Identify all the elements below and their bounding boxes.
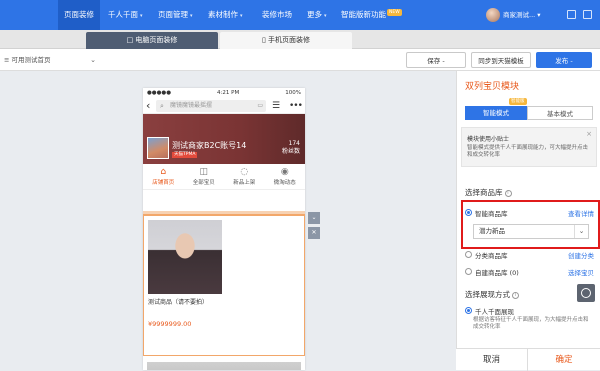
info-icon[interactable]: i xyxy=(512,291,519,299)
preview-canvas: ●●●●● 4:21 PM 100% ‹ ⌕ 魔镜魔镜最摇摆 ▭ ☰ ••• 测… xyxy=(0,71,456,370)
nav-page-decoration[interactable]: 页面装修 xyxy=(58,0,100,30)
shop-nav: ⌂ 店铺首页 ◫ 全部宝贝 ◌ 新品上架 ◉ 微淘动态 xyxy=(143,164,305,190)
tab-mobile-decoration[interactable]: ▯ 手机页面装修 xyxy=(220,32,352,49)
option-custom-library: 自建商品库 (0) xyxy=(475,269,519,277)
chevron-down-icon: ▾ xyxy=(190,13,193,19)
feedback-icon[interactable] xyxy=(577,284,595,302)
phone-search-input[interactable]: ⌕ 魔镜魔镜最摇摆 ▭ xyxy=(156,100,266,112)
close-icon[interactable]: ✕ xyxy=(308,227,320,239)
product-price: ¥9999999.00 xyxy=(148,320,192,328)
message-icon[interactable] xyxy=(567,10,576,19)
chevron-down-icon: ▾ xyxy=(324,13,327,19)
shop-nav-home[interactable]: ⌂ 店铺首页 xyxy=(143,164,184,189)
personalized-description: 根据访客特征千人千面展现，为大幅提升点击和成交转化率 xyxy=(473,317,589,330)
module-settings-panel: 双列宝贝模块 智能版 智能模式 基本模式 模块使用小贴士 智能模式提供千人千面展… xyxy=(456,71,600,370)
product-title: 测试商品（请不要拍） xyxy=(148,299,209,306)
nav-page-management[interactable]: 页面管理 ▾ xyxy=(158,0,193,30)
nav-more[interactable]: 更多 ▾ xyxy=(307,0,327,30)
phone-icon: ▯ xyxy=(261,36,266,44)
info-icon[interactable]: i xyxy=(504,189,512,197)
phone-preview: ●●●●● 4:21 PM 100% ‹ ⌕ 魔镜魔镜最摇摆 ▭ ☰ ••• 测… xyxy=(143,88,305,370)
editor-toolbar: ≡ 可用测试首页 ⌄ 保存 - 同步到天猫模板 发布 - xyxy=(0,49,600,71)
phone-searchbar: ‹ ⌕ 魔镜魔镜最摇摆 ▭ ☰ ••• xyxy=(143,98,305,114)
dual-column-module[interactable]: 测试商品（请不要拍） ¥9999999.00 xyxy=(143,214,305,356)
create-category-link[interactable]: 创建分类 xyxy=(568,250,594,260)
bag-icon: ◫ xyxy=(199,167,208,177)
product-image xyxy=(148,220,222,294)
broadcast-icon: ◉ xyxy=(280,167,289,177)
option-personalized: 千人千面展现 xyxy=(475,308,514,316)
smart-version-badge: 智能版 xyxy=(509,98,527,105)
nav-market[interactable]: 装修市场 xyxy=(262,0,292,30)
new-badge: NEW xyxy=(387,9,402,16)
top-navigation: 页面装修 千人千面 ▾ 页面管理 ▾ 素材制作 ▾ 装修市场 更多 ▾ 智能版新功能 NE… xyxy=(0,0,600,30)
close-icon[interactable]: × xyxy=(586,130,592,138)
source-section-label: 选择商品库 i xyxy=(465,187,512,198)
shop-nav-all-items[interactable]: ◫ 全部宝贝 xyxy=(184,164,225,189)
user-menu[interactable]: 商家测试... ▾ xyxy=(503,0,541,30)
radio-category-library[interactable] xyxy=(465,251,472,258)
panel-title: 双列宝贝模块 xyxy=(465,82,520,92)
chevron-down-icon: ⌄ xyxy=(574,225,588,238)
chevron-down-icon: ▾ xyxy=(140,13,143,19)
shop-tag: 天猫TPMA xyxy=(172,152,198,158)
shop-banner: 测试商家B2C账号14 天猫TPMA 174 粉丝数 xyxy=(143,114,305,164)
list-icon[interactable]: ☰ xyxy=(272,100,280,112)
nav-personalization[interactable]: 千人千面 ▾ xyxy=(108,0,143,30)
select-items-link[interactable]: 选择宝贝 xyxy=(568,267,594,277)
chevron-down-icon: ⌄ xyxy=(90,56,96,64)
shop-nav-new[interactable]: ◌ 新品上架 xyxy=(224,164,265,189)
chevron-down-icon: ▾ xyxy=(240,13,243,19)
option-smart-library: 智能商品库 xyxy=(475,210,508,218)
mode-basic-button[interactable]: 基本模式 xyxy=(527,106,593,120)
shop-name: 测试商家B2C账号14 xyxy=(172,141,247,150)
display-section-label: 选择展现方式 i xyxy=(465,289,519,300)
tab-pc-decoration[interactable]: □ 电脑页面装修 xyxy=(86,32,218,49)
radio-personalized[interactable] xyxy=(465,307,472,314)
panel-footer: 取消 确定 xyxy=(456,348,600,371)
save-button[interactable]: 保存 - xyxy=(406,52,466,68)
chevron-down-icon: ▾ xyxy=(537,11,541,19)
radio-smart-library[interactable] xyxy=(465,209,472,216)
phone-status-bar: ●●●●● 4:21 PM 100% xyxy=(147,90,301,96)
nav-new-features[interactable]: 智能版新功能 NEW xyxy=(341,0,402,30)
cancel-button[interactable]: 取消 xyxy=(456,349,528,371)
tip-box: 模块使用小贴士 智能模式提供千人千面展现能力，可大幅提升点击和成交转化率 × xyxy=(461,127,597,167)
nav-material[interactable]: 素材制作 ▾ xyxy=(208,0,243,30)
more-icon[interactable]: ••• xyxy=(289,100,303,112)
monitor-icon: □ xyxy=(126,36,134,44)
move-down-button[interactable]: ⌄ xyxy=(308,212,320,224)
search-icon: ⌕ xyxy=(160,102,164,110)
view-details-link[interactable]: 查看详情 xyxy=(568,208,594,218)
radio-custom-library[interactable] xyxy=(465,268,472,275)
avatar[interactable] xyxy=(486,8,500,22)
chat-icon: ◌ xyxy=(240,167,249,177)
smart-library-select[interactable]: 潜力新品 ⌄ xyxy=(473,224,589,239)
shop-logo xyxy=(147,137,169,159)
page-select[interactable]: ≡ 可用测试首页 ⌄ xyxy=(4,53,100,67)
option-category-library: 分类商品库 xyxy=(475,252,508,260)
sync-tmall-button[interactable]: 同步到天猫模板 xyxy=(471,52,531,68)
mode-smart-button[interactable]: 智能模式 xyxy=(465,106,527,120)
back-icon[interactable]: ‹ xyxy=(146,99,150,113)
confirm-button[interactable]: 确定 xyxy=(528,349,600,371)
product-image xyxy=(147,362,301,370)
signal-icon: ●●●●● xyxy=(147,90,171,96)
home-icon: ⌂ xyxy=(160,167,167,177)
publish-button[interactable]: 发布 - xyxy=(536,52,592,68)
scan-icon: ▭ xyxy=(257,102,263,109)
device-tabbar: □ 电脑页面装修 ▯ 手机页面装修 xyxy=(0,30,600,49)
grid-icon[interactable] xyxy=(583,10,592,19)
fans-count: 174 粉丝数 xyxy=(281,140,300,155)
shop-nav-feed[interactable]: ◉ 微淘动态 xyxy=(265,164,306,189)
